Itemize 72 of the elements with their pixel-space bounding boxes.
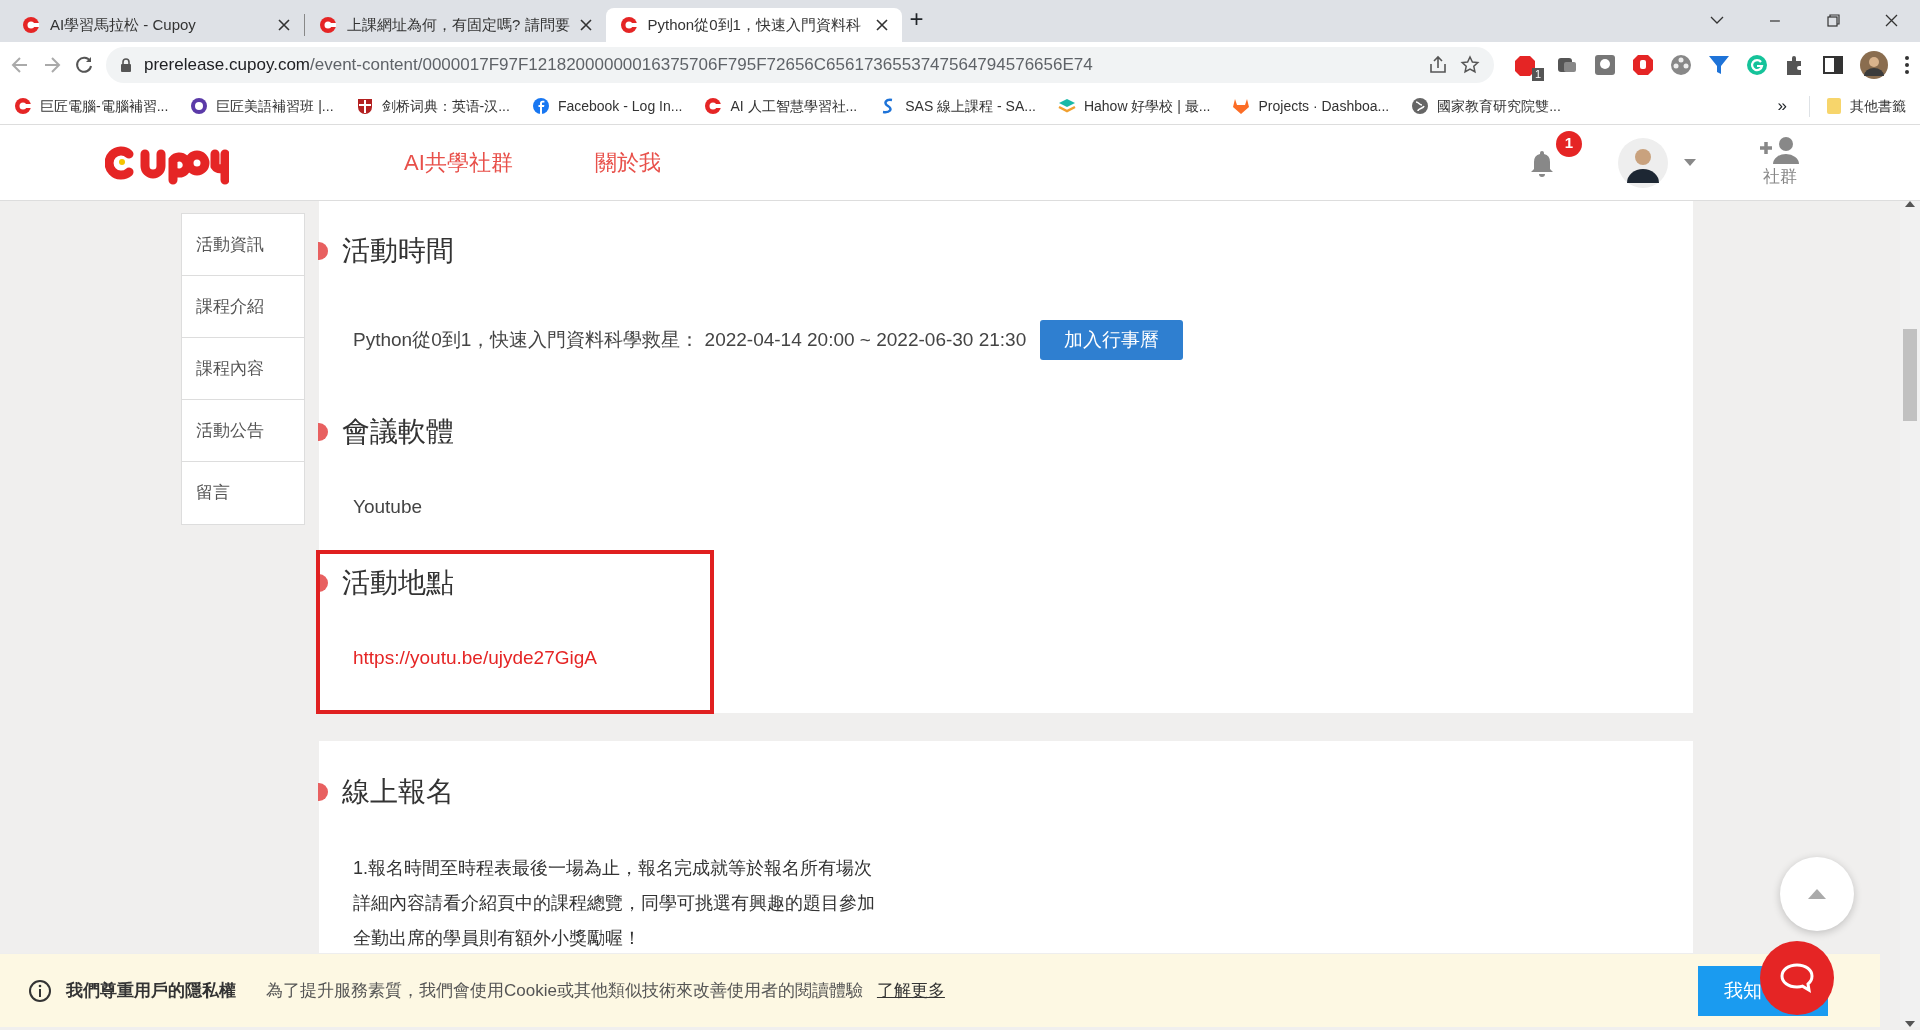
signup-text: 1.報名時間至時程表最後一場為止，報名完成就等於報名所有場次 [353, 857, 873, 880]
browser-tab[interactable]: AI學習馬拉松 - Cupoy [8, 8, 304, 42]
reload-icon[interactable] [74, 55, 94, 75]
share-icon[interactable] [1428, 55, 1448, 75]
browser-tab[interactable]: Python從0到1，快速入門資料科 [605, 8, 902, 42]
close-icon[interactable] [579, 19, 592, 31]
bell-icon[interactable] [1530, 148, 1554, 177]
user-avatar[interactable] [1618, 137, 1668, 188]
community-link[interactable]: 社群 [1760, 135, 1800, 190]
section-heading: 活動時間 [342, 234, 454, 268]
lock-icon [120, 57, 132, 73]
section-heading: 線上報名 [342, 775, 454, 809]
signup-text: 詳細內容請看介紹頁中的課程總覽，同學可挑選有興趣的題目參加 [353, 892, 876, 915]
add-user-icon [1760, 135, 1800, 164]
nav-link[interactable]: AI共學社群 [404, 146, 513, 179]
notification-badge: 1 [1556, 130, 1582, 157]
section-heading: 會議軟體 [342, 415, 454, 449]
signup-text: 全勤出席的學員則有額外小獎勵喔！ [353, 927, 642, 950]
info-icon [28, 978, 52, 1003]
browser-tab[interactable]: 上課網址為何，有固定嗎? 請問要 [305, 8, 606, 42]
caret-up-icon [1808, 889, 1826, 899]
side-nav-item[interactable]: 課程內容 [182, 338, 304, 400]
bookmark[interactable]: 國家教育研究院雙... [1411, 95, 1561, 117]
side-nav-item[interactable]: 活動公告 [182, 400, 304, 462]
section-heading: 活動地點 [342, 566, 454, 600]
tab-favicon [319, 16, 337, 34]
bookmark[interactable]: 剑桥词典：英语-汉... [355, 95, 510, 117]
cookie-title: 我們尊重用戶的隱私權 [66, 979, 236, 1002]
close-icon[interactable] [278, 19, 290, 31]
nav-link[interactable]: 關於我 [594, 146, 661, 179]
bookmark[interactable]: Facebook - Log In... [531, 95, 683, 117]
cookie-text: 為了提升服務素質，我們會使用Cookie或其他類似技術來改善使用者的閱讀體驗 [266, 979, 863, 1002]
event-link[interactable]: https://youtu.be/ujyde27GigA [353, 643, 597, 673]
folder-icon [1826, 97, 1842, 115]
facebook-icon [531, 97, 550, 115]
new-tab-button[interactable]: + [909, 7, 924, 31]
chat-icon [1780, 963, 1814, 993]
funnel-icon[interactable] [1708, 54, 1730, 76]
stop-sign-icon [1514, 54, 1536, 77]
bullet-icon [318, 423, 328, 441]
bookmarks-overflow-button[interactable]: » [1777, 93, 1787, 119]
bullet-icon [318, 574, 328, 592]
bookmark[interactable]: 巨匠電腦-電腦補習... [14, 95, 169, 117]
bookmark[interactable]: AI 人工智慧學習社... [704, 95, 858, 117]
fox-icon [1232, 97, 1251, 115]
more-icon[interactable] [1904, 55, 1910, 75]
shield-icon [355, 97, 374, 115]
caret-down-icon [1905, 1021, 1915, 1027]
tab-favicon [619, 16, 638, 34]
side-nav-item[interactable]: 課程介紹 [182, 276, 304, 338]
layers-icon [1057, 97, 1076, 115]
bookmark[interactable]: 巨匠美語補習班 |... [190, 95, 334, 117]
caret-icon[interactable] [1684, 159, 1696, 166]
close-icon[interactable] [875, 19, 888, 31]
tab-favicon [22, 16, 40, 34]
bullet-icon [318, 783, 328, 801]
side-panel-icon[interactable] [1822, 54, 1844, 76]
bookmark[interactable]: SAS 線上課程 - SA... [879, 95, 1036, 117]
bullet-icon [318, 242, 328, 260]
software-text: Youtube [353, 494, 423, 519]
bookmark[interactable]: Hahow 好學校 | 最... [1057, 95, 1211, 117]
profile-avatar[interactable] [1860, 51, 1888, 79]
bookmark-folder[interactable]: 其他書籤 [1809, 95, 1906, 117]
extension-badge: 1 [1531, 68, 1544, 81]
add-to-calendar-button[interactable]: 加入行事曆 [1040, 319, 1184, 361]
bookmark[interactable]: Projects · Dashboa... [1232, 95, 1390, 117]
learn-more-link[interactable]: 了解更多 [876, 977, 945, 1004]
star-icon[interactable] [1460, 55, 1480, 75]
side-nav-item[interactable]: 活動資訊 [182, 214, 304, 276]
schedule-text: Python從0到1，快速入門資料科學救星： 2022-04-14 20:00 ~ 2022-06-30 21:30 [353, 327, 1027, 352]
side-nav-item[interactable]: 留言 [182, 462, 304, 524]
scrollbar-thumb[interactable] [1903, 329, 1917, 421]
